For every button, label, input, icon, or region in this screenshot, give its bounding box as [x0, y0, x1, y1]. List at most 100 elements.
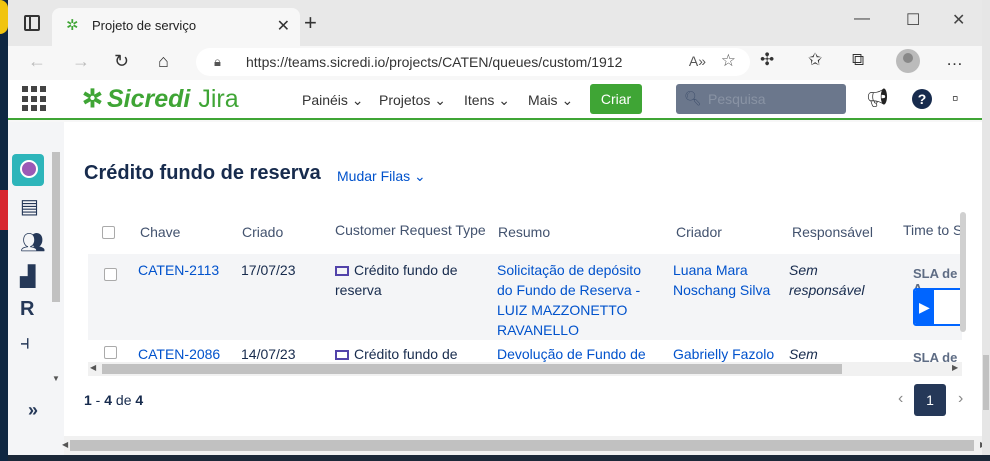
- notifications-megaphone-icon[interactable]: 📢︎: [866, 88, 889, 109]
- col-header-time-to-sla[interactable]: Time to SLA: [903, 222, 962, 238]
- brand-name: Sicredi: [106, 85, 191, 113]
- create-button[interactable]: Criar: [590, 84, 642, 114]
- home-icon[interactable]: ⌂: [158, 51, 169, 72]
- tab-bar: ✲ Projeto de serviço ✕ + — ☐ ✕: [8, 0, 989, 46]
- desktop-taskbar-edge: [8, 455, 990, 461]
- tab-projeto-de-servico[interactable]: ✲ Projeto de serviço ✕: [52, 8, 300, 46]
- app-switcher-icon[interactable]: [22, 86, 48, 112]
- more-options-icon[interactable]: …: [946, 50, 963, 70]
- sla-timer-bar[interactable]: ▶: [913, 288, 962, 326]
- creator-name[interactable]: Gabrielly Fazolo: [673, 344, 774, 362]
- issues-table: Chave Criado Customer Request Type Resum…: [88, 210, 962, 362]
- reports-icon[interactable]: ▟: [20, 264, 35, 289]
- desktop-background: [0, 0, 8, 461]
- tab-close-icon[interactable]: ✕: [277, 16, 290, 36]
- collections-icon[interactable]: ⧉: [852, 50, 864, 70]
- play-icon: ▶: [919, 299, 930, 315]
- pagination-summary: 1 - 4 de 4: [84, 392, 144, 408]
- new-tab-icon[interactable]: +: [304, 10, 317, 36]
- menu-itens[interactable]: Itens ⌄: [464, 92, 510, 109]
- scroll-right-icon[interactable]: ▶: [952, 363, 958, 372]
- expand-sidebar-icon[interactable]: »: [28, 400, 38, 421]
- back-icon[interactable]: ←: [28, 51, 46, 72]
- sidebar-scroll-down-icon[interactable]: ▼: [52, 374, 60, 383]
- add-favorite-icon[interactable]: ☆: [721, 51, 736, 71]
- address-bar[interactable]: 🔒︎ https://teams.sicredi.io/projects/CAT…: [196, 48, 750, 76]
- request-type: Crédito fundo de reserva: [335, 262, 458, 298]
- table-vertical-scrollbar[interactable]: [960, 212, 966, 332]
- page-scrollbar-thumb[interactable]: [70, 440, 974, 451]
- desktop-icon-yellow: [0, 0, 8, 34]
- col-header-responsavel[interactable]: Responsável: [792, 224, 873, 240]
- table-horizontal-scrollbar[interactable]: ◀ ▶: [88, 362, 962, 376]
- previous-page-icon[interactable]: ‹: [898, 390, 903, 408]
- profile-avatar[interactable]: [896, 49, 920, 73]
- tree-icon[interactable]: ⫞: [20, 332, 30, 355]
- sidebar-scrollbar[interactable]: [52, 152, 60, 302]
- menu-paineis[interactable]: Painéis ⌄: [302, 92, 364, 109]
- row-checkbox[interactable]: [104, 268, 117, 281]
- extensions-icon[interactable]: ✣: [760, 50, 774, 70]
- help-icon[interactable]: ?: [912, 89, 932, 109]
- select-all-checkbox[interactable]: [102, 226, 115, 239]
- page-horizontal-scrollbar[interactable]: ◀ ▶: [62, 436, 989, 455]
- col-header-chave[interactable]: Chave: [140, 224, 180, 240]
- creator-name[interactable]: Luana Mara Noschang Silva: [673, 260, 783, 300]
- jira-header: ✲ Sicredi Jira Painéis ⌄ Projetos ⌄ Itens …: [8, 80, 989, 120]
- read-aloud-icon[interactable]: A»: [689, 53, 706, 69]
- maximize-icon[interactable]: ☐: [906, 10, 920, 30]
- created-date: 14/07/23: [241, 346, 296, 362]
- issue-key[interactable]: CATEN-2086: [138, 344, 220, 362]
- search-input[interactable]: 🔍︎ Pesquisa: [676, 84, 846, 114]
- sicredi-jira-logo[interactable]: ✲ Sicredi Jira: [82, 84, 239, 114]
- customers-icon[interactable]: 👥︎: [20, 230, 45, 255]
- tab-title: Projeto de serviço: [92, 18, 197, 33]
- raise-request-icon[interactable]: R: [20, 298, 34, 321]
- project-sidebar: ▤ 👥︎ ▟ R ⫞ ▼ »: [8, 122, 64, 455]
- window-scrollbar-thumb[interactable]: [983, 355, 989, 410]
- favorites-icon[interactable]: ✩: [808, 50, 822, 70]
- sicredi-logo-icon: ✲: [82, 85, 103, 113]
- scroll-left-icon[interactable]: ◀: [90, 363, 96, 372]
- refresh-icon[interactable]: ↻: [114, 51, 129, 72]
- col-header-criado[interactable]: Criado: [242, 224, 283, 240]
- forward-icon[interactable]: →: [72, 51, 90, 72]
- switch-queue-dropdown[interactable]: Mudar Filas ⌄: [337, 168, 426, 185]
- request-type: Crédito fundo de: [335, 344, 485, 362]
- menu-mais[interactable]: Mais ⌄: [528, 92, 573, 109]
- url-text[interactable]: https://teams.sicredi.io/projects/CATEN/…: [246, 54, 622, 70]
- computer-icon: [335, 266, 349, 276]
- assignee: Sem responsável: [789, 262, 865, 298]
- queues-icon[interactable]: ▤: [20, 194, 39, 219]
- tab-actions-icon[interactable]: [24, 15, 40, 31]
- current-page-button[interactable]: 1: [914, 384, 946, 416]
- sicredi-favicon-icon: ✲: [66, 17, 79, 34]
- page-scroll-left-icon[interactable]: ◀: [62, 440, 68, 449]
- minimize-icon[interactable]: —: [854, 10, 870, 28]
- table-row[interactable]: CATEN-2086 14/07/23 Crédito fundo de Dev…: [88, 340, 962, 362]
- page-title: Crédito fundo de reserva: [84, 162, 321, 184]
- row-checkbox[interactable]: [104, 346, 117, 359]
- issue-key[interactable]: CATEN-2113: [138, 260, 219, 280]
- queue-main: Crédito fundo de reserva Mudar Filas ⌄ C…: [62, 122, 989, 455]
- window-vertical-scrollbar[interactable]: [982, 0, 990, 461]
- col-header-resumo[interactable]: Resumo: [498, 224, 550, 240]
- next-page-icon[interactable]: ›: [958, 390, 963, 408]
- project-avatar[interactable]: [12, 154, 44, 186]
- lock-icon[interactable]: 🔒︎: [214, 54, 221, 70]
- menu-projetos[interactable]: Projetos ⌄: [379, 92, 446, 109]
- search-placeholder: Pesquisa: [708, 91, 766, 107]
- assignee: Sem: [789, 346, 818, 362]
- search-icon: 🔍︎: [684, 90, 702, 106]
- col-header-request-type[interactable]: Customer Request Type: [335, 222, 486, 238]
- computer-icon: [335, 350, 349, 360]
- user-avatar-icon[interactable]: ▫: [952, 88, 958, 109]
- col-header-criador[interactable]: Criador: [676, 224, 722, 240]
- scrollbar-thumb[interactable]: [102, 364, 842, 374]
- product-name: Jira: [198, 85, 239, 113]
- close-window-icon[interactable]: ✕: [952, 10, 965, 30]
- issue-summary[interactable]: Solicitação de depósito do Fundo de Rese…: [497, 260, 667, 340]
- sla-label: SLA de A: [913, 350, 958, 362]
- table-row[interactable]: CATEN-2113 17/07/23 Crédito fundo de res…: [88, 254, 962, 340]
- issue-summary[interactable]: Devolução de Fundo de: [497, 344, 646, 362]
